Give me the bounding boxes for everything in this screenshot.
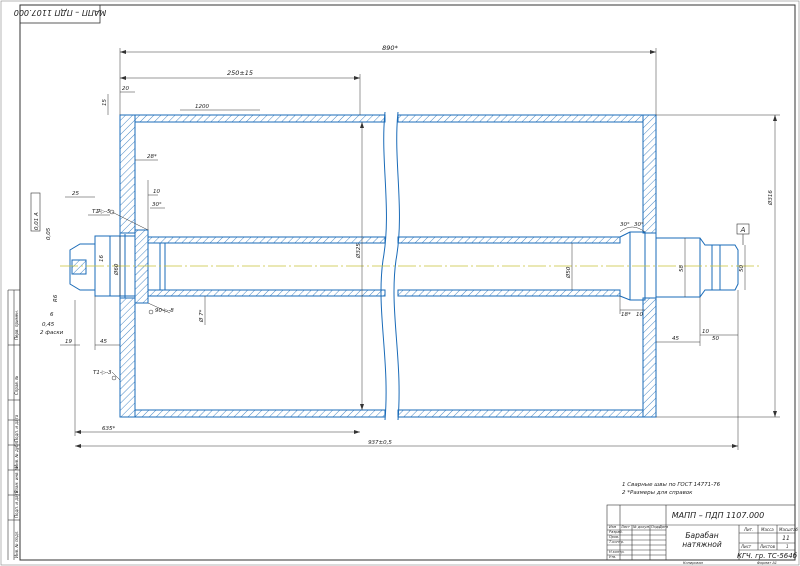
dim-len10: 10 <box>153 189 160 195</box>
stamp-vzam: Взам. инв. № <box>14 466 19 493</box>
dim-offset15: 15 <box>102 99 108 106</box>
arrow-heads <box>75 50 777 448</box>
dim-wall: 20 <box>122 86 129 92</box>
tb-sheet-value: 11 <box>782 535 790 542</box>
dim-ch3: 0,45 <box>42 322 55 328</box>
dimension-lines <box>60 48 780 450</box>
dim-dia-bottom: Ø 7* <box>198 309 205 323</box>
weld-symbol-3: 90-▷-8 <box>155 308 174 314</box>
tb-r-razrab: Разраб. <box>609 530 623 534</box>
dim-shaft-dia-left: Ø60 <box>113 263 120 276</box>
note-1: 1 Сварные швы по ГОСТ 14771-76 <box>622 482 721 488</box>
format-label: Формат А1 <box>757 561 777 565</box>
dim-len45r: 45 <box>672 336 679 342</box>
dim-left-section: 250±15 <box>227 69 253 77</box>
tb-r-nkontr: Н.контр. <box>609 550 625 554</box>
dim-angle-r1: 30° <box>620 222 630 228</box>
dim-total-length: 890* <box>382 44 398 52</box>
tb-sheets-value: 1 <box>786 544 789 549</box>
stamp-inv-dubl: Инв. № дубл. <box>14 441 19 468</box>
stamp-perv: Перв. примен. <box>14 310 19 340</box>
stamp-podp1: Подп. и дата <box>14 414 19 442</box>
left-keyway <box>71 259 87 275</box>
tolerance-frame-text: 0,01 А <box>34 212 40 230</box>
weld-symbol-2: Т1-▷-3 <box>93 370 112 376</box>
stamp-podp2: Подп. и дата <box>14 490 19 518</box>
dim-total-bottom: 937±0,5 <box>368 440 392 446</box>
dim-shaft-small-dia: 50 <box>739 265 745 272</box>
title-name-1: Барабан <box>685 531 718 540</box>
tb-r-prov: Пров. <box>609 535 619 539</box>
dim-len45: 45 <box>100 339 107 345</box>
doc-code-rotated: МАПП – ПДП 1107.000 <box>14 8 107 17</box>
dim-len635: 635* <box>102 426 115 432</box>
dim-len28: 28* <box>147 154 157 160</box>
dim-angle-r2: 30° <box>634 222 644 228</box>
dim-len19: 19 <box>65 339 72 345</box>
tb-h-lit: Лит. <box>743 527 753 532</box>
right-shaft <box>656 237 739 298</box>
dim-dia-right: Ø316 <box>767 190 774 206</box>
dim-angle-note: 1200 <box>195 104 209 110</box>
dim-dia-outer: Ø325 <box>355 243 362 259</box>
inner-tube <box>147 236 621 297</box>
dim-len18: 18* <box>621 312 631 318</box>
stamp-inv-podl: Инв. № подл. <box>14 530 19 558</box>
title-name-2: натяжной <box>682 540 722 549</box>
dim-ch2: 6 <box>50 312 54 318</box>
dim-len10b: 10 <box>702 329 709 335</box>
engineering-drawing: МАПП – ПДП 1107.000 Перв. примен. Справ.… <box>0 0 800 566</box>
tb-h-data: Дата <box>658 525 668 529</box>
tb-group: КГЧ. гр. ТС-564б <box>737 552 798 560</box>
stamp-sprav: Справ. № <box>14 376 19 395</box>
title-doc-code: МАПП – ПДП 1107.000 <box>672 511 765 520</box>
dim-len25: 25 <box>72 191 79 197</box>
dim-angle30: 30° <box>152 202 162 208</box>
dim-ch0: 0,05 <box>46 227 52 240</box>
dim-len10r: 10 <box>636 312 643 318</box>
dim-len50r: 50 <box>712 336 719 342</box>
weld-symbol-1: Т1-▷-5 <box>92 209 111 215</box>
copied-label: Копировал <box>683 561 704 565</box>
tb-r-utv: Утв. <box>609 555 616 559</box>
dim-shaft-dia-right: 58 <box>679 265 685 272</box>
tb-h-masht: Масштаб <box>779 527 799 532</box>
tb-h-massa: Масса <box>761 527 774 532</box>
note-2: 2 *Размеры для справок <box>622 490 693 496</box>
tb-h-izm: Изм <box>609 525 616 529</box>
datum-a-label: А <box>740 226 746 234</box>
dim-ch1: R6 <box>53 294 59 302</box>
tb-h-ndoc: № докум. <box>632 525 650 529</box>
dim-len16: 16 <box>99 255 105 262</box>
outer-frame <box>0 0 800 566</box>
dim-tube-dia: Ø50 <box>565 266 572 279</box>
dim-ch4: 2 фаски <box>40 330 64 336</box>
tb-r-tkontr: Т.контр. <box>609 540 624 544</box>
weld-marker-2 <box>111 375 117 381</box>
tb-h-sheets: Листов <box>759 544 776 549</box>
tb-h-list: Лист <box>620 525 631 529</box>
weld-marker-3 <box>148 309 154 315</box>
tb-h-sheet: Лист <box>740 544 752 549</box>
